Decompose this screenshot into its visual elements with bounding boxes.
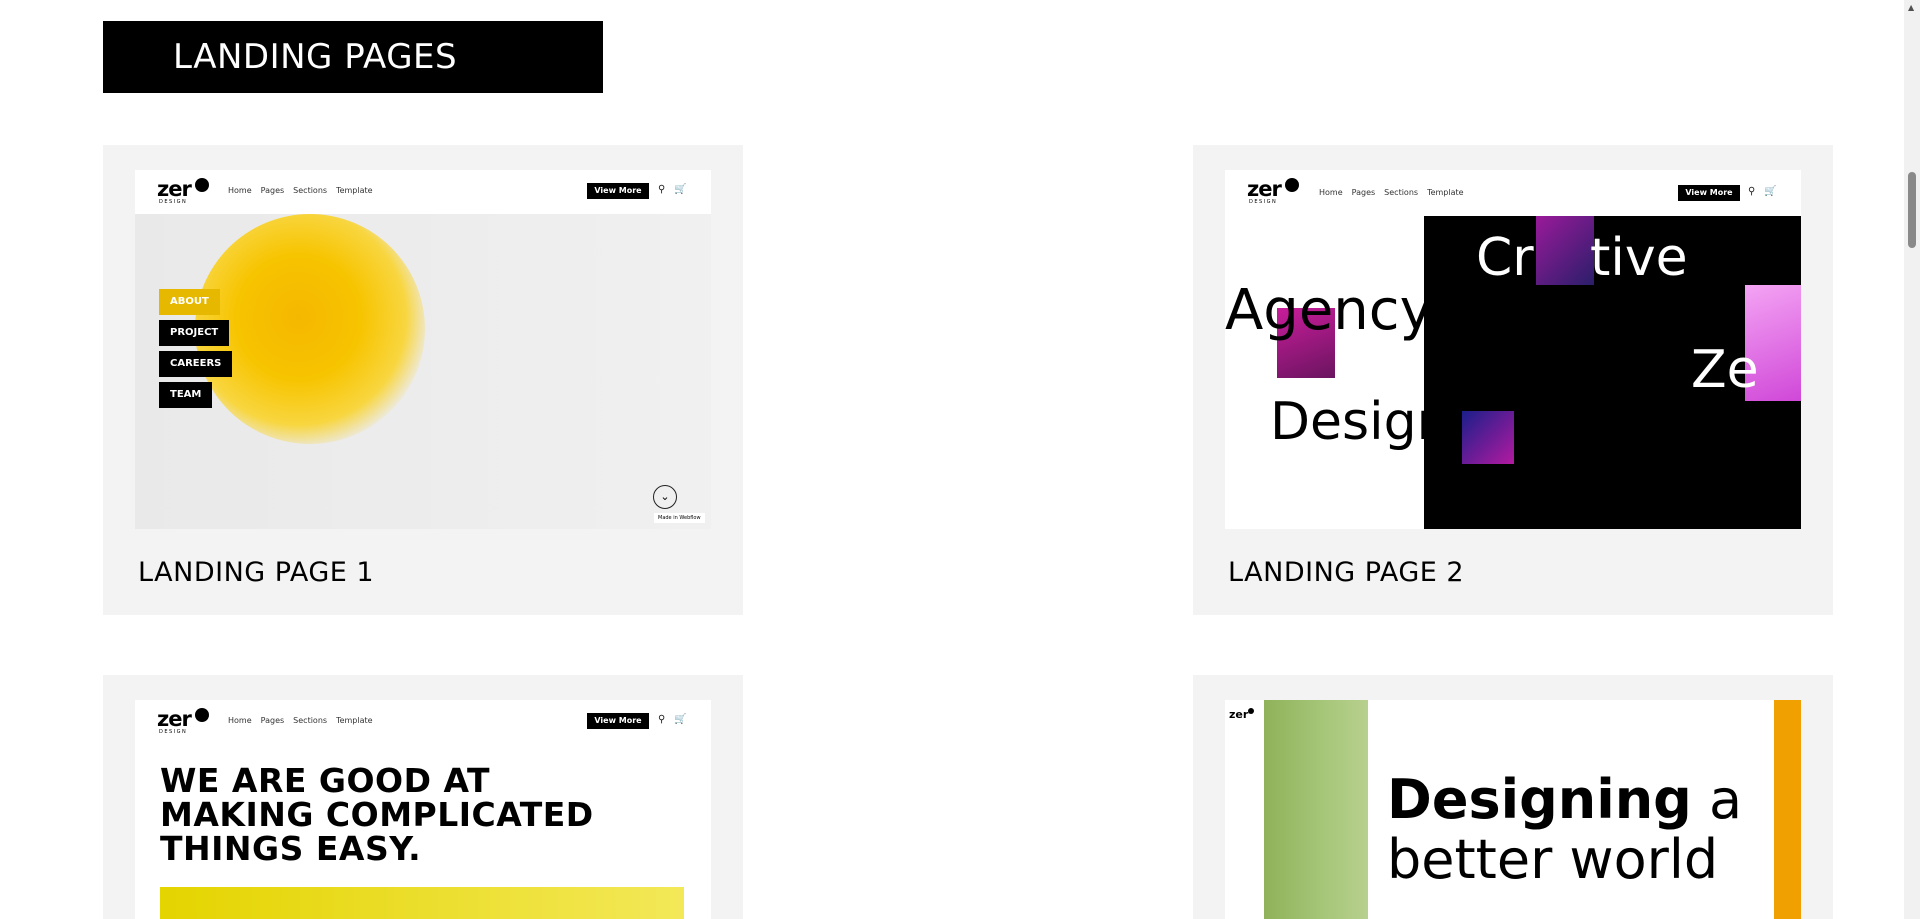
preview-screenshot[interactable]: zer DESIGN Home Pages Sections Template Vie… [1225,170,1801,529]
landing-page-card[interactable]: zer DESIGN Home Pages Sections Template Vie… [103,675,743,919]
search-icon: ⚲ [658,714,666,725]
webflow-badge: Made in Webflow [654,513,705,523]
preview-nav-links: Home Pages Sections Template [228,716,373,725]
landing-page-card[interactable]: zer Designing a better world [1193,675,1833,919]
preview-nav: zer DESIGN Home Pages Sections Template Vie… [135,170,711,214]
headline-line2: better world [1387,828,1719,891]
cart-icon: 🛒 [674,184,687,195]
gradient-block [1462,411,1514,464]
scroll-down-icon: ⌄ [653,485,677,509]
headline-rest: a [1708,768,1743,831]
about-button: ABOUT [159,289,220,315]
green-image [1264,700,1368,919]
view-more-button: View More [1678,185,1740,201]
headline-line: WE ARE GOOD AT [160,761,490,800]
headline-line: MAKING COMPLICATED [160,795,594,834]
cart-icon: 🛒 [674,714,687,725]
preview-nav: zer DESIGN Home Pages Sections Template Vie… [135,700,711,744]
word-agency: Agency [1225,278,1433,343]
logo: zer DESIGN [1247,176,1301,206]
preview-screenshot[interactable]: zer DESIGN Home Pages Sections Template Vie… [135,700,711,919]
landing-page-card[interactable]: zer DESIGN Home Pages Sections Template Vie… [103,145,743,615]
view-more-button: View More [587,713,649,729]
headline-line: THINGS EASY. [160,829,422,868]
preview-nav-links: Home Pages Sections Template [1319,188,1464,197]
scrollbar-up-arrow[interactable]: ▲ [1908,3,1914,12]
headline-bold: Designing [1387,768,1692,831]
orange-strip [1774,700,1801,919]
preview-screenshot[interactable]: zer DESIGN Home Pages Sections Template Vie… [135,170,711,529]
gradient-block [1536,216,1594,285]
scrollbar-thumb[interactable] [1908,172,1916,248]
word-tive: tive [1590,228,1688,288]
preview-nav-links: Home Pages Sections Template [228,186,373,195]
headline: Designing a better world [1387,770,1742,890]
search-icon: ⚲ [1748,186,1756,197]
logo: zer DESIGN [157,706,211,736]
careers-button: CAREERS [159,351,233,377]
preview-nav: zer DESIGN Home Pages Sections Template Vie… [1225,170,1801,216]
preview-screenshot[interactable]: zer Designing a better world [1225,700,1801,919]
view-more-button: View More [587,183,649,199]
team-button: TEAM [159,382,213,408]
word-ze: Ze [1691,340,1759,400]
headline: WE ARE GOOD AT MAKING COMPLICATED THINGS… [160,764,594,866]
section-title: LANDING PAGES [103,21,603,93]
word-design: Design [1270,392,1450,452]
yellow-flower [195,214,425,444]
project-button: PROJECT [159,320,230,346]
landing-page-card[interactable]: zer DESIGN Home Pages Sections Template Vie… [1193,145,1833,615]
hero-image [160,887,684,919]
logo: zer [1229,708,1255,721]
scrollbar[interactable]: ▲ [1904,0,1920,919]
word-cr: Cr [1476,228,1534,288]
search-icon: ⚲ [658,184,666,195]
card-title: LANDING PAGE 1 [138,557,375,588]
card-title: LANDING PAGE 2 [1228,557,1465,588]
cart-icon: 🛒 [1764,186,1777,197]
logo: zer DESIGN [157,176,211,206]
